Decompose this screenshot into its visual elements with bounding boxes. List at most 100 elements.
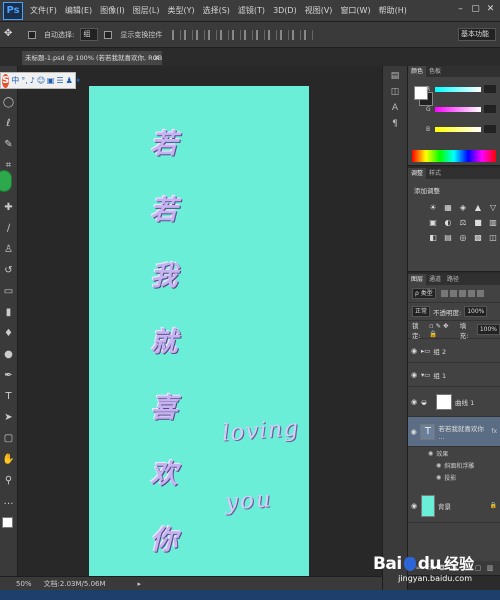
filter-pixel-icon[interactable] bbox=[440, 290, 448, 297]
close-icon[interactable]: × bbox=[153, 51, 160, 65]
blur-tool-icon[interactable]: ♦ bbox=[2, 327, 15, 340]
color-spectrum[interactable] bbox=[412, 150, 496, 162]
marquee-tool-icon[interactable]: ◯ bbox=[2, 96, 15, 109]
gradient-tool-icon[interactable]: ▮ bbox=[2, 306, 15, 319]
filter-adjust-icon[interactable] bbox=[449, 290, 457, 297]
layer-group-1[interactable]: ◉ ▾▭ 组 1 bbox=[408, 363, 500, 387]
tab-swatches[interactable]: 色板 bbox=[426, 66, 444, 77]
zoom-tool-icon[interactable]: ⚲ bbox=[2, 474, 15, 487]
show-transform-checkbox[interactable] bbox=[104, 30, 113, 39]
layer-group-2[interactable]: ◉ ▸▭ 组 2 bbox=[408, 339, 500, 363]
healing-tool-icon[interactable]: ✚ bbox=[2, 201, 15, 214]
sogou-logo-icon[interactable]: S bbox=[2, 73, 10, 88]
character-panel-icon[interactable]: A bbox=[389, 102, 401, 114]
paragraph-panel-icon[interactable]: ¶ bbox=[389, 118, 401, 130]
tab-adjustments[interactable]: 调整 bbox=[408, 168, 427, 179]
align-bottom-icon[interactable] bbox=[196, 29, 206, 40]
fill-input[interactable]: 100% bbox=[476, 324, 500, 335]
menu-3d[interactable]: 3D(D) bbox=[269, 6, 301, 15]
tab-styles[interactable]: 样式 bbox=[426, 168, 444, 179]
auto-select-dropdown[interactable]: 组 bbox=[80, 28, 99, 41]
properties-panel-icon[interactable]: ◫ bbox=[389, 86, 401, 98]
align-vcenter-icon[interactable] bbox=[184, 29, 194, 40]
ime-more-icon[interactable]: ✦ bbox=[75, 76, 82, 85]
tab-channels[interactable]: 通道 bbox=[426, 274, 444, 285]
hand-tool-icon[interactable]: ✋ bbox=[2, 453, 15, 466]
distribute-left-icon[interactable] bbox=[280, 29, 290, 40]
opacity-input[interactable]: 100% bbox=[464, 306, 488, 317]
workspace-dropdown[interactable]: 基本功能 bbox=[458, 28, 496, 41]
dodge-tool-icon[interactable]: ● bbox=[2, 348, 15, 361]
blend-mode-select[interactable]: 正常 bbox=[412, 306, 431, 317]
gradient-map-icon[interactable]: ▩ bbox=[473, 233, 483, 243]
black-white-icon[interactable]: ⚖ bbox=[458, 218, 468, 228]
minimize-button[interactable]: – bbox=[455, 4, 466, 15]
brightness-contrast-icon[interactable]: ☀ bbox=[428, 203, 438, 213]
filter-type-icon[interactable] bbox=[458, 290, 466, 297]
menu-edit[interactable]: 编辑(E) bbox=[61, 5, 96, 16]
ime-keyboard-icon[interactable]: ▣ bbox=[47, 76, 55, 85]
slider-track[interactable] bbox=[434, 86, 482, 92]
zoom-level[interactable]: 50% bbox=[16, 580, 32, 588]
vertical-text-layer[interactable]: 若 若 我 就 喜 欢 你 bbox=[144, 112, 184, 574]
posterize-icon[interactable]: ▤ bbox=[443, 233, 453, 243]
slider-track[interactable] bbox=[434, 106, 482, 112]
menu-layer[interactable]: 图层(L) bbox=[129, 5, 164, 16]
align-left-icon[interactable] bbox=[208, 29, 218, 40]
layer-effect-bevel[interactable]: ◉ 斜面和浮雕 bbox=[408, 459, 500, 471]
distribute-bottom-icon[interactable] bbox=[268, 29, 278, 40]
eraser-tool-icon[interactable]: ▭ bbox=[2, 285, 15, 298]
tab-paths[interactable]: 路径 bbox=[444, 274, 462, 285]
path-select-tool-icon[interactable]: ➤ bbox=[2, 411, 15, 424]
eye-icon[interactable]: ◉ bbox=[410, 347, 418, 355]
delete-layer-icon[interactable]: ▥ bbox=[486, 564, 494, 572]
eye-icon[interactable]: ◉ bbox=[410, 398, 418, 406]
layer-effects-header[interactable]: ◉ 效果 bbox=[408, 447, 500, 459]
layer-curves[interactable]: ◉ ◒ 曲线 1 bbox=[408, 387, 500, 417]
maximize-button[interactable]: ▢ bbox=[470, 4, 481, 15]
layer-text[interactable]: ◉ T 若若我就喜欢你 ... fx bbox=[408, 417, 500, 447]
eye-icon[interactable]: ◉ bbox=[436, 474, 441, 481]
ime-emoji-icon[interactable]: ☺ bbox=[37, 76, 45, 85]
stamp-tool-icon[interactable]: ♙ bbox=[2, 243, 15, 256]
photo-filter-icon[interactable]: ■ bbox=[473, 218, 483, 228]
ime-voice-icon[interactable]: ♪ bbox=[30, 76, 35, 85]
slider-value[interactable] bbox=[484, 125, 496, 133]
filter-smart-icon[interactable] bbox=[476, 290, 484, 297]
levels-icon[interactable]: ▦ bbox=[443, 203, 453, 213]
floating-assistant-icon[interactable] bbox=[0, 170, 12, 192]
filter-shape-icon[interactable] bbox=[467, 290, 475, 297]
tab-color[interactable]: 颜色 bbox=[408, 66, 427, 77]
distribute-right-icon[interactable] bbox=[304, 29, 314, 40]
align-hcenter-icon[interactable] bbox=[220, 29, 230, 40]
ime-punctuation-icon[interactable]: °, bbox=[21, 76, 28, 85]
layer-kind-filter[interactable]: ρ 类型 bbox=[412, 288, 436, 299]
ellipsis-icon[interactable]: … bbox=[2, 495, 15, 508]
color-balance-icon[interactable]: ◐ bbox=[443, 218, 453, 228]
threshold-icon[interactable]: ◎ bbox=[458, 233, 468, 243]
menu-select[interactable]: 选择(S) bbox=[199, 5, 234, 16]
menu-type[interactable]: 类型(Y) bbox=[163, 5, 198, 16]
brush-tool-icon[interactable]: ∕ bbox=[2, 222, 15, 235]
foreground-color-swatch[interactable] bbox=[2, 517, 13, 528]
selective-color-icon[interactable]: ◫ bbox=[488, 233, 498, 243]
eye-icon[interactable]: ◉ bbox=[428, 450, 433, 457]
eye-icon[interactable]: ◉ bbox=[410, 428, 417, 436]
align-top-icon[interactable] bbox=[172, 29, 182, 40]
channel-mixer-icon[interactable]: ▥ bbox=[488, 218, 498, 228]
invert-icon[interactable]: ◧ bbox=[428, 233, 438, 243]
curves-icon[interactable]: ◈ bbox=[458, 203, 468, 213]
history-brush-icon[interactable]: ↺ bbox=[2, 264, 15, 277]
fx-icon[interactable]: fx bbox=[491, 428, 497, 435]
quick-select-tool-icon[interactable]: ✎ bbox=[2, 138, 15, 151]
ime-chinese-mode-icon[interactable]: 中 bbox=[11, 75, 19, 86]
menu-view[interactable]: 视图(V) bbox=[301, 5, 337, 16]
distribute-top-icon[interactable] bbox=[244, 29, 254, 40]
close-button[interactable]: ✕ bbox=[485, 4, 496, 15]
eye-icon[interactable]: ◉ bbox=[436, 462, 441, 469]
pen-tool-icon[interactable]: ✒ bbox=[2, 369, 15, 382]
history-panel-icon[interactable]: ▤ bbox=[389, 70, 401, 82]
lasso-tool-icon[interactable]: ℓ bbox=[2, 117, 15, 130]
menu-help[interactable]: 帮助(H) bbox=[375, 5, 411, 16]
eye-icon[interactable]: ◉ bbox=[410, 371, 418, 379]
